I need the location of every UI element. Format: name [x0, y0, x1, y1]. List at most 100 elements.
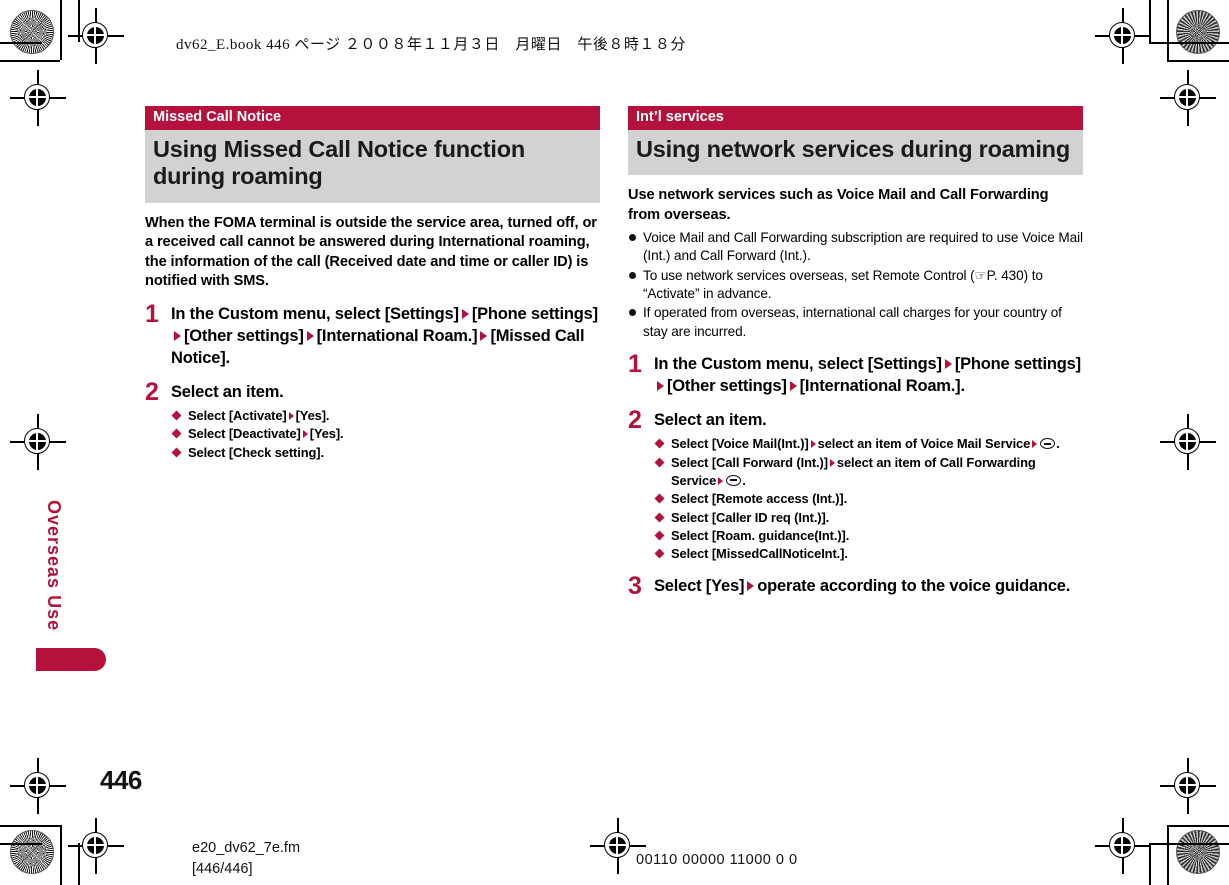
right-step-2-number: 2 — [628, 406, 642, 435]
registration-starburst-top-left — [10, 10, 54, 54]
arrow-separator-icon — [829, 458, 835, 467]
substep-part: . — [742, 472, 746, 488]
right-step-1-part-1: [Phone settings] — [954, 354, 1081, 373]
list-item: Select [Caller ID req (Int.)]. — [654, 509, 1083, 527]
list-item: Select [Remote access (Int.)]. — [654, 490, 1083, 508]
left-step-2: 2 Select an item. Select [Activate] [Yes]… — [145, 380, 600, 462]
left-step-1-part-1: [Phone settings] — [471, 305, 598, 324]
list-item: Select [Voice Mail(Int.)] select an item … — [654, 435, 1083, 453]
arrow-separator-icon — [1032, 440, 1038, 449]
list-item: Select [Activate] [Yes]. — [171, 407, 600, 425]
trim-line-top-right-h — [1167, 60, 1229, 62]
footer-binary-code: 00110 00000 11000 0 0 — [636, 852, 798, 868]
arrow-separator-icon — [174, 330, 181, 341]
left-step-2-substeps: Select [Activate] [Yes]. Select [Deactiva… — [171, 407, 600, 462]
registration-starburst-bottom-left — [10, 830, 54, 874]
diamond-bullet-icon — [171, 429, 182, 439]
diamond-bullet-icon — [654, 493, 665, 504]
right-step-2-text: Select an item. — [654, 411, 767, 430]
trim-line-bottom-right-h2 — [1149, 843, 1229, 845]
left-column: Missed Call Notice Using Missed Call Not… — [145, 106, 600, 462]
right-step-3-number: 3 — [628, 572, 642, 601]
diamond-bullet-icon — [654, 512, 665, 522]
side-tab-marker — [36, 648, 106, 671]
list-item: Select [MissedCallNoticeInt.]. — [654, 545, 1083, 563]
footer-page-range: [446/446] — [192, 861, 253, 878]
substep-part: Select [Caller ID req (Int.)]. — [671, 509, 830, 525]
right-step-2-substeps: Select [Voice Mail(Int.)] select an item … — [654, 435, 1083, 563]
registration-mark-lower-left — [10, 758, 66, 814]
left-step-1-part-3: [International Roam.] — [316, 326, 478, 345]
right-column: Int’l services Using network services du… — [628, 106, 1083, 601]
right-step-3: 3 Select [Yes] operate according to the v… — [628, 572, 1083, 601]
trim-line-bottom-left-h — [0, 825, 60, 827]
trim-line-bottom-right-h — [1167, 825, 1229, 827]
substep-part: [Yes]. — [309, 426, 344, 442]
diamond-bullet-icon — [171, 410, 182, 421]
registration-mark-middle-left — [10, 414, 66, 470]
substep-part: Select [Activate] — [188, 408, 287, 424]
arrow-separator-icon — [461, 309, 469, 320]
trim-line-top-right-h2 — [1149, 42, 1229, 44]
diamond-bullet-icon — [654, 530, 665, 541]
substep-part: Select [Check setting]. — [188, 444, 324, 460]
substep-part: [Yes]. — [295, 408, 330, 424]
right-step-1-part-0: In the Custom menu, select [Settings] — [654, 354, 942, 373]
center-key-icon — [1040, 438, 1056, 450]
round-bullet-icon — [629, 309, 636, 317]
registration-mark-lower-right — [1160, 758, 1216, 814]
right-step-3-part-0: Select [Yes] — [654, 577, 745, 596]
registration-mark-bottom-center-left — [68, 818, 124, 874]
substep-part: Select [Roam. guidance(Int.)]. — [671, 527, 850, 543]
trim-line-top-left-v — [60, 0, 62, 60]
substep-part: select an item of Voice Mail Service — [817, 436, 1031, 452]
arrow-separator-icon — [480, 330, 488, 341]
registration-mark-top-center-right — [1095, 8, 1151, 64]
right-lead-paragraph: Use network services such as Voice Mail … — [628, 187, 1049, 223]
left-step-1-text: In the Custom menu, select [Settings] [Ph… — [171, 304, 600, 369]
trim-line-bottom-left-v — [60, 825, 62, 885]
page-number: 446 — [100, 765, 142, 795]
substep-part: . — [1056, 436, 1060, 452]
list-item: If operated from overseas, international… — [628, 304, 1083, 341]
left-step-1: 1 In the Custom menu, select [Settings] [… — [145, 302, 600, 369]
right-notes-list: Voice Mail and Call Forwarding subscript… — [628, 229, 1083, 341]
list-item: Voice Mail and Call Forwarding subscript… — [628, 229, 1083, 266]
registration-mark-upper-left — [10, 70, 66, 126]
registration-mark-upper-right — [1160, 70, 1216, 126]
footer-file-name: e20_dv62_7e.fm — [192, 840, 301, 856]
left-step-1-part-0: In the Custom menu, select [Settings] — [171, 305, 459, 324]
registration-mark-bottom-center-right — [1095, 818, 1151, 874]
list-item: Select [Roam. guidance(Int.)]. — [654, 527, 1083, 545]
note-text: To use network services overseas, set Re… — [643, 267, 1043, 301]
substep-part: Select [Remote access (Int.)]. — [671, 491, 848, 507]
right-step-1: 1 In the Custom menu, select [Settings] [… — [628, 351, 1083, 398]
left-lead-paragraph: When the FOMA terminal is outside the se… — [145, 215, 597, 289]
arrow-separator-icon — [302, 430, 308, 439]
registration-mark-middle-right — [1160, 414, 1216, 470]
trim-line-bottom-right-v — [1167, 825, 1169, 885]
left-step-2-text: Select an item. — [171, 383, 284, 402]
trim-line-top-left-h2 — [0, 42, 42, 44]
arrow-separator-icon — [718, 476, 724, 485]
note-text: If operated from overseas, international… — [643, 305, 1062, 339]
note-text: Voice Mail and Call Forwarding subscript… — [643, 229, 1083, 264]
diamond-bullet-icon — [654, 548, 665, 559]
round-bullet-icon — [629, 271, 636, 279]
center-key-icon — [726, 474, 742, 486]
substep-part: Select [Voice Mail(Int.)] — [671, 436, 809, 452]
header-slug: dv62_E.book 446 ページ ２００８年１１月３日 月曜日 午後８時１… — [176, 37, 686, 53]
registration-starburst-top-right — [1176, 10, 1220, 54]
trim-line-top-left-h — [0, 60, 60, 62]
right-step-3-part-1: operate according to the voice guidance. — [757, 577, 1071, 596]
list-item: Select [Check setting]. — [171, 444, 600, 462]
arrow-separator-icon — [944, 358, 952, 369]
substep-part: Select [MissedCallNoticeInt.]. — [671, 546, 848, 562]
diamond-bullet-icon — [654, 457, 665, 468]
trim-line-bottom-left-h2 — [0, 843, 42, 845]
right-section-title: Using network services during roaming — [628, 129, 1083, 176]
arrow-separator-icon — [306, 330, 314, 341]
footer-file-slug: e20_dv62_7e.fm [446/446] — [192, 838, 300, 880]
list-item: Select [Call Forward (Int.)] select an it… — [654, 454, 1083, 491]
substep-part: Select [Call Forward (Int.)] — [671, 454, 828, 470]
